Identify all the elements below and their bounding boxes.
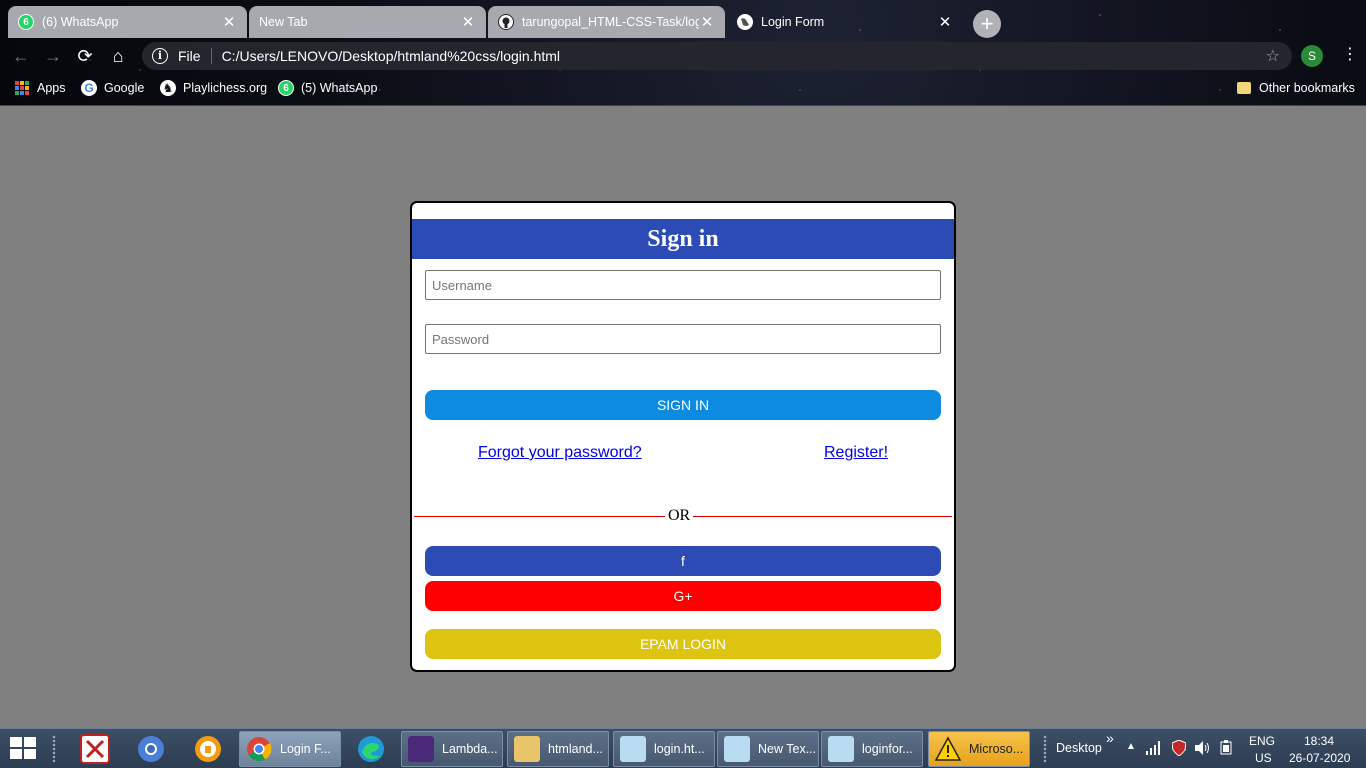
bookmark-google[interactable]: G Google bbox=[81, 78, 144, 98]
windows-start-icon[interactable] bbox=[10, 737, 38, 761]
facebook-login-button[interactable]: f bbox=[425, 546, 941, 576]
sign-in-button[interactable]: SIGN IN bbox=[425, 390, 941, 420]
taskbar-item-chrome[interactable]: Login F... bbox=[239, 731, 341, 767]
reload-icon[interactable]: ⟳ bbox=[74, 45, 96, 67]
taskbar: Login F... Lambda... htmland... login.ht… bbox=[0, 728, 1366, 768]
epam-login-button[interactable]: EPAM LOGIN bbox=[425, 629, 941, 659]
vpn-shield-icon[interactable] bbox=[193, 734, 223, 764]
or-label: OR bbox=[665, 507, 694, 525]
folder-icon bbox=[1237, 82, 1251, 94]
network-signal-icon[interactable] bbox=[1146, 741, 1162, 758]
password-input[interactable] bbox=[425, 324, 941, 354]
apps-grid-icon bbox=[14, 80, 30, 96]
taskbar-grip[interactable] bbox=[1043, 735, 1047, 763]
volume-icon[interactable] bbox=[1195, 741, 1211, 758]
edge-icon[interactable] bbox=[356, 734, 386, 764]
globe-icon bbox=[737, 14, 753, 30]
whatsapp-icon: 6 bbox=[18, 14, 34, 30]
close-icon[interactable]: ✕ bbox=[937, 13, 953, 31]
bookmark-label: Playlichess.org bbox=[183, 81, 268, 95]
address-url[interactable]: C:/Users/LENOVO/Desktop/htmland%20css/lo… bbox=[222, 48, 1266, 64]
taskbar-item-notepad-login[interactable]: login.ht... bbox=[613, 731, 715, 767]
tab-title: Login Form bbox=[761, 15, 825, 29]
taskbar-item-notepad-loginform[interactable]: loginfor... bbox=[821, 731, 923, 767]
close-icon[interactable]: ✕ bbox=[460, 13, 476, 31]
warning-icon bbox=[934, 736, 962, 762]
clock-time[interactable]: 18:34 bbox=[1304, 734, 1334, 748]
language-indicator[interactable]: ENG bbox=[1249, 734, 1275, 748]
close-icon[interactable]: ✕ bbox=[699, 13, 715, 31]
tab-strip: 6 (6) WhatsApp ✕ New Tab ✕ tarungopal_HT… bbox=[0, 3, 1366, 38]
bookmark-whatsapp[interactable]: 6 (5) WhatsApp bbox=[278, 78, 377, 98]
taskbar-item-java-ide[interactable]: Lambda... bbox=[401, 731, 503, 767]
tab-login-form[interactable]: Login Form ✕ bbox=[727, 6, 963, 38]
bookmark-label: Google bbox=[104, 81, 145, 95]
forward-arrow-icon[interactable]: → bbox=[42, 45, 64, 67]
notepad-icon bbox=[620, 736, 646, 762]
address-separator bbox=[210, 48, 212, 64]
region-indicator[interactable]: US bbox=[1255, 751, 1272, 765]
lichess-icon: ♞ bbox=[160, 80, 176, 96]
browser-toolbar: ← → ⟳ ⌂ i File C:/Users/LENOVO/Desktop/h… bbox=[0, 38, 1366, 74]
taskbar-item-label: loginfor... bbox=[862, 742, 913, 756]
bookmark-apps[interactable]: Apps bbox=[14, 78, 66, 98]
tab-new-tab[interactable]: New Tab ✕ bbox=[249, 6, 486, 38]
notepad-icon bbox=[828, 736, 854, 762]
bookmark-lichess[interactable]: ♞ Playlichess.org bbox=[160, 78, 267, 98]
clock-date[interactable]: 26-07-2020 bbox=[1289, 751, 1350, 765]
close-icon[interactable]: ✕ bbox=[221, 13, 237, 31]
taskbar-item-label: Login F... bbox=[280, 742, 331, 756]
menu-dots-icon[interactable]: ⋮ bbox=[1342, 44, 1358, 64]
folder-icon bbox=[514, 736, 540, 762]
bookmark-star-icon[interactable]: ☆ bbox=[1266, 46, 1280, 66]
new-tab-button[interactable]: + bbox=[973, 10, 1001, 38]
tab-whatsapp[interactable]: 6 (6) WhatsApp ✕ bbox=[8, 6, 247, 38]
home-icon[interactable]: ⌂ bbox=[107, 45, 129, 67]
page-title: Sign in bbox=[412, 219, 954, 259]
tab-title: tarungopal_HTML-CSS-Task/logi bbox=[522, 15, 699, 29]
tab-title: New Tab bbox=[259, 15, 308, 29]
login-card: Sign in SIGN IN Forgot your password? Re… bbox=[410, 201, 956, 672]
notepad-icon bbox=[724, 736, 750, 762]
whatsapp-icon: 6 bbox=[278, 80, 294, 96]
taskbar-item-folder[interactable]: htmland... bbox=[507, 731, 609, 767]
address-bar[interactable]: i File C:/Users/LENOVO/Desktop/htmland%2… bbox=[142, 42, 1292, 70]
desktop-toolbar-label[interactable]: Desktop bbox=[1056, 741, 1102, 755]
github-icon bbox=[498, 14, 514, 30]
taskbar-item-label: New Tex... bbox=[758, 742, 817, 756]
google-icon: G bbox=[81, 80, 97, 96]
security-shield-icon[interactable] bbox=[1171, 739, 1187, 759]
taskbar-item-label: login.ht... bbox=[654, 742, 705, 756]
toolbar-chevron-icon[interactable]: » bbox=[1106, 730, 1114, 746]
bookmark-label: (5) WhatsApp bbox=[301, 81, 378, 95]
taskbar-item-label: Lambda... bbox=[442, 742, 498, 756]
other-bookmarks[interactable]: Other bookmarks bbox=[1236, 78, 1355, 98]
profile-avatar[interactable]: S bbox=[1301, 45, 1323, 67]
taskbar-item-label: htmland... bbox=[548, 742, 603, 756]
chrome-icon bbox=[246, 736, 272, 762]
bookmark-label: Apps bbox=[37, 81, 66, 95]
taskbar-grip[interactable] bbox=[52, 735, 56, 763]
back-arrow-icon[interactable]: ← bbox=[10, 45, 32, 67]
pdf-app-icon[interactable] bbox=[80, 734, 110, 764]
chrome-divider bbox=[0, 105, 1366, 106]
register-link[interactable]: Register! bbox=[824, 444, 888, 462]
browser-chrome: 6 (6) WhatsApp ✕ New Tab ✕ tarungopal_HT… bbox=[0, 0, 1366, 106]
tab-github[interactable]: tarungopal_HTML-CSS-Task/logi ✕ bbox=[488, 6, 725, 38]
forgot-password-link[interactable]: Forgot your password? bbox=[478, 444, 642, 462]
show-hidden-icons-icon[interactable]: ▲ bbox=[1126, 741, 1136, 752]
power-plug-icon[interactable] bbox=[1219, 740, 1233, 759]
chromium-icon[interactable] bbox=[136, 734, 166, 764]
google-plus-login-button[interactable]: G+ bbox=[425, 581, 941, 611]
taskbar-item-notepad-new[interactable]: New Tex... bbox=[717, 731, 819, 767]
other-bookmarks-label: Other bookmarks bbox=[1259, 81, 1355, 95]
username-input[interactable] bbox=[425, 270, 941, 300]
taskbar-item-microsoft[interactable]: Microso... bbox=[928, 731, 1030, 767]
bookmarks-bar: Apps G Google ♞ Playlichess.org 6 (5) Wh… bbox=[0, 76, 1366, 100]
address-scheme: File bbox=[178, 48, 201, 64]
taskbar-item-label: Microso... bbox=[969, 742, 1024, 756]
info-icon[interactable]: i bbox=[152, 48, 168, 64]
tab-title: (6) WhatsApp bbox=[42, 15, 119, 29]
java-ide-icon bbox=[408, 736, 434, 762]
